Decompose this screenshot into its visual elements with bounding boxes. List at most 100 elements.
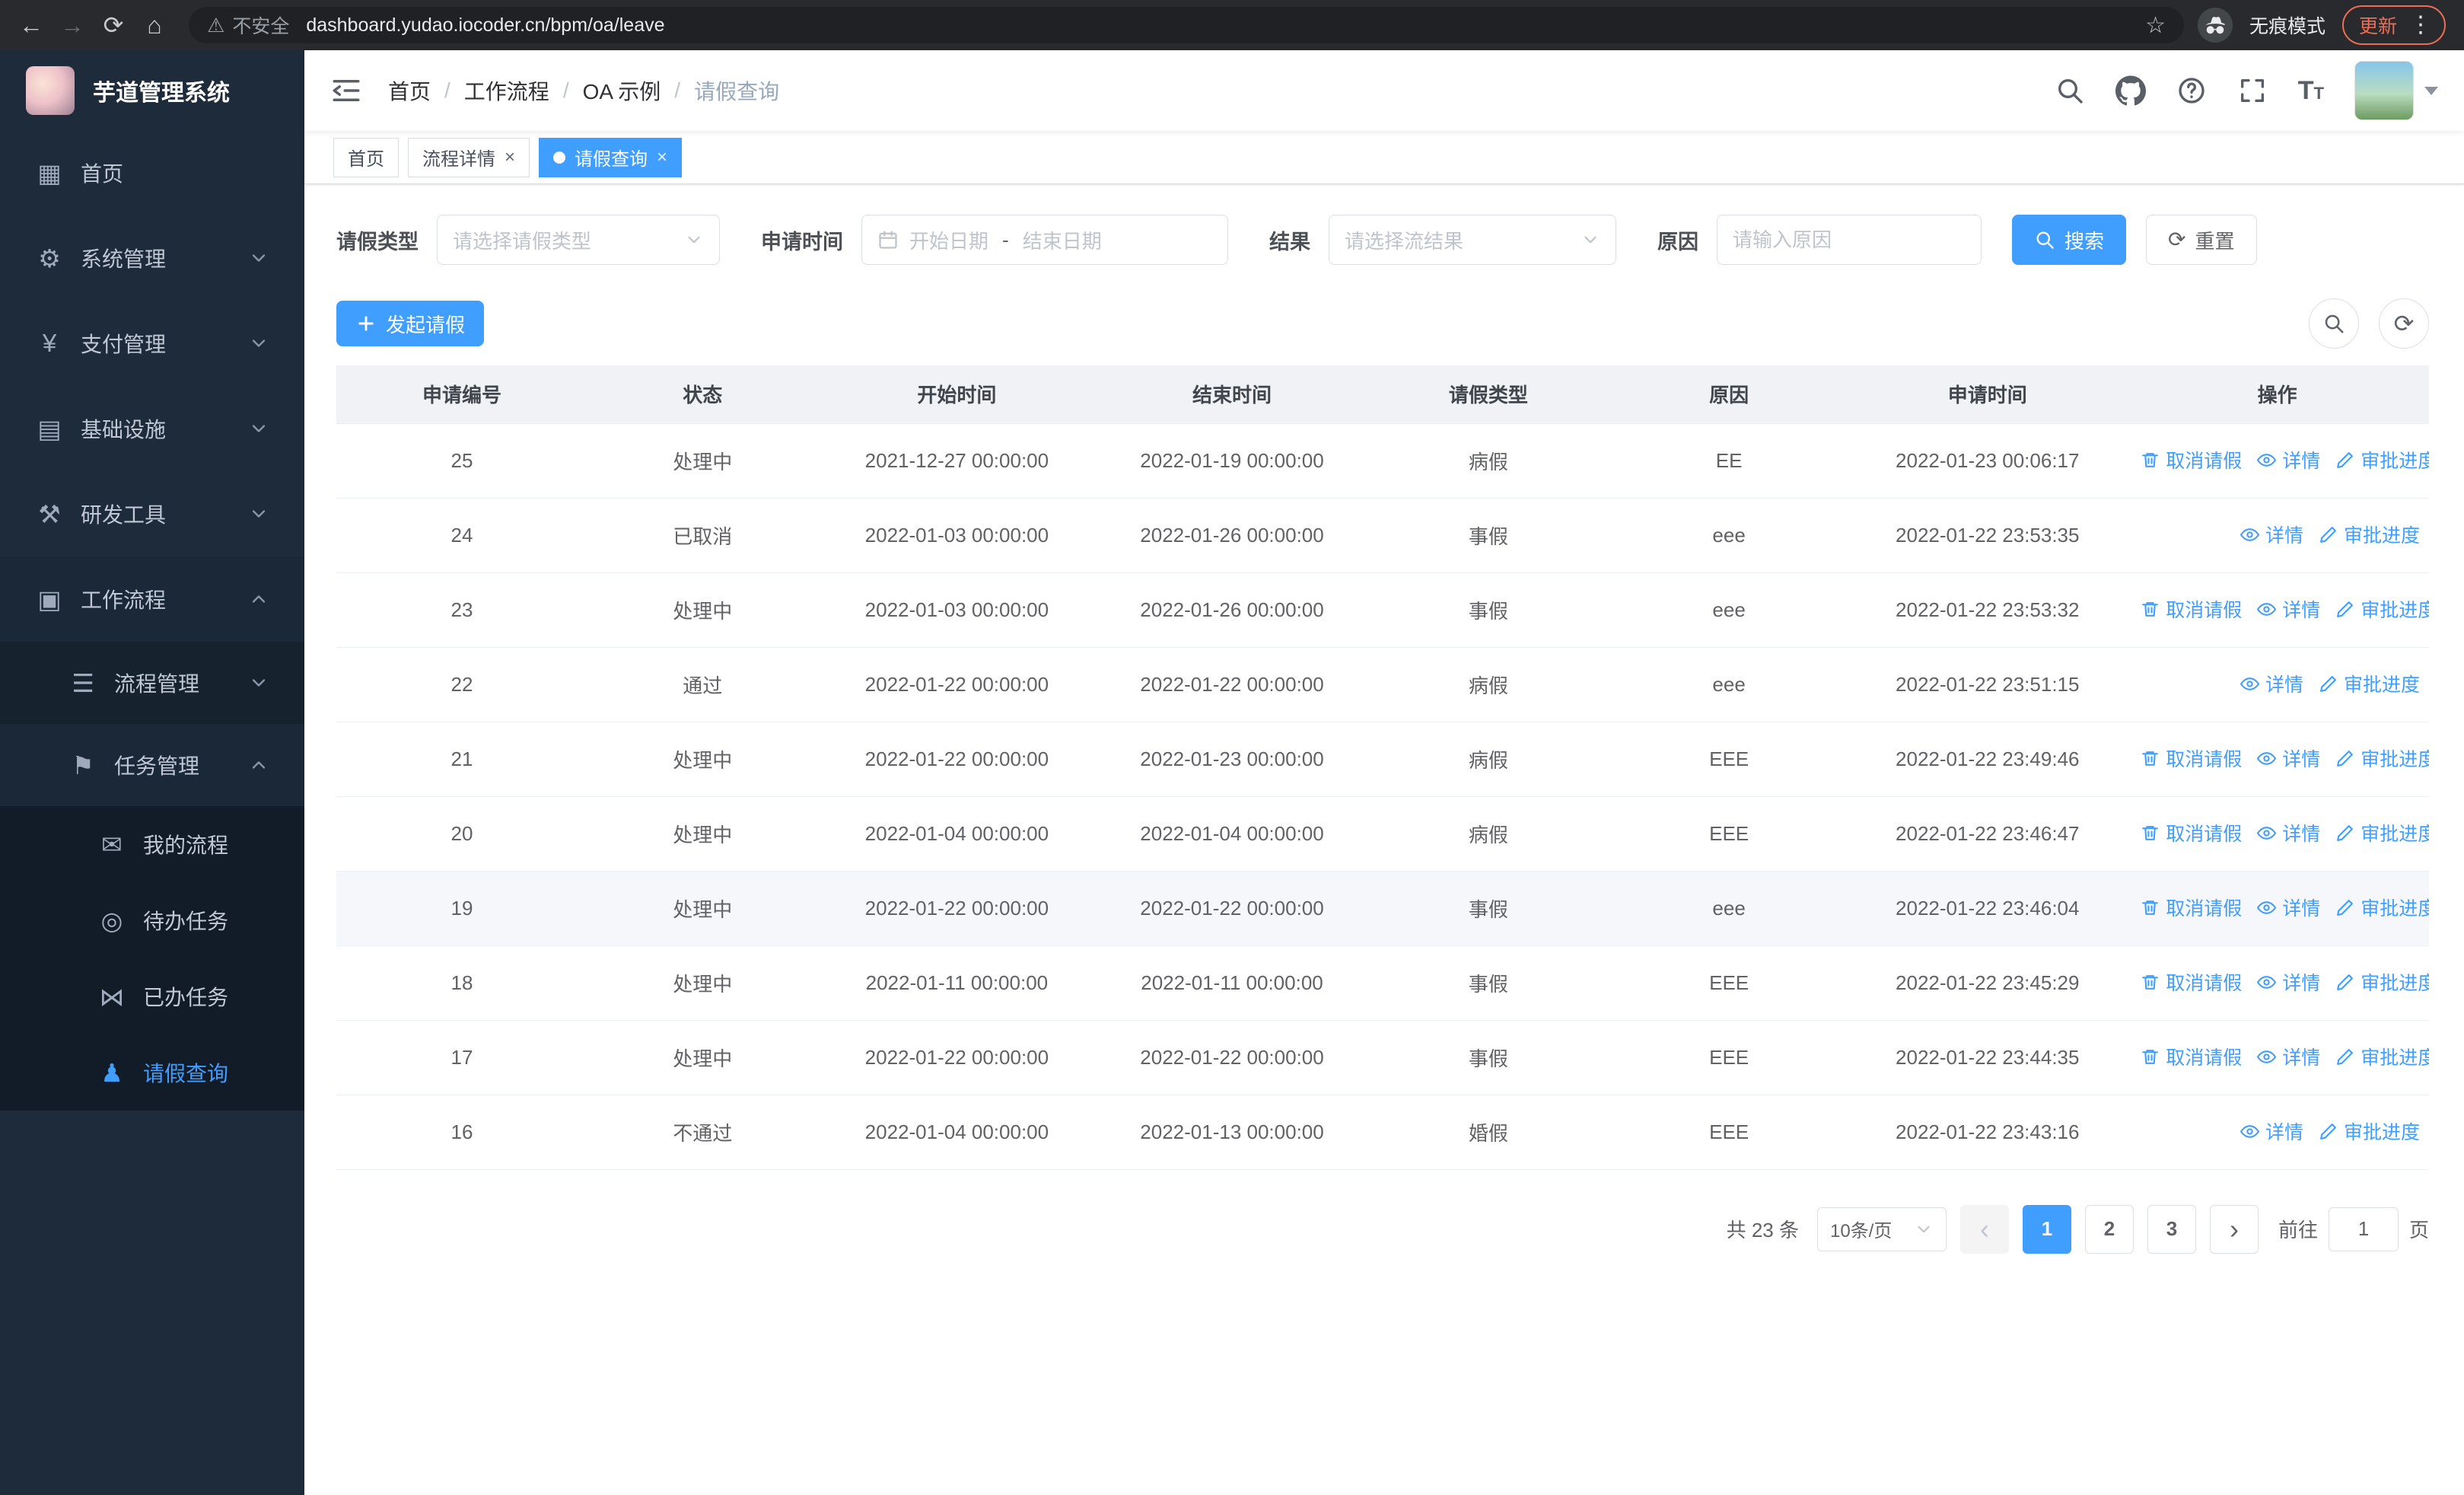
- eye-icon: [2240, 1122, 2259, 1141]
- approval-progress-link[interactable]: 审批进度: [2319, 670, 2420, 697]
- sidebar-item[interactable]: ▤ 基础设施: [0, 386, 304, 471]
- detail-link[interactable]: 详情: [2257, 819, 2320, 846]
- browser-address-bar[interactable]: ⚠ 不安全 dashboard.yudao.iocoder.cn/bpm/oa/…: [189, 7, 2184, 43]
- search-button[interactable]: 搜索: [2012, 215, 2127, 265]
- breadcrumb-item[interactable]: OA 示例: [583, 75, 661, 106]
- filter-bar: 请假类型 请选择请假类型 申请时间 开始日期 - 结束日期 结果 请选择流结果 …: [336, 215, 2429, 265]
- breadcrumb-item[interactable]: 工作流程: [464, 75, 549, 106]
- sidebar-item[interactable]: ⚑ 任务管理: [0, 724, 304, 806]
- sidebar-item[interactable]: ▣ 工作流程: [0, 556, 304, 642]
- help-icon[interactable]: [2176, 75, 2207, 106]
- detail-link[interactable]: 详情: [2257, 894, 2320, 921]
- browser-back-icon[interactable]: ←: [11, 5, 52, 46]
- approval-progress-link[interactable]: 审批进度: [2335, 446, 2429, 473]
- detail-link[interactable]: 详情: [2257, 968, 2320, 996]
- dashboard-icon: ▦: [37, 158, 62, 187]
- tab[interactable]: 流程详情 ×: [408, 137, 530, 177]
- approval-progress-link[interactable]: 审批进度: [2335, 819, 2429, 846]
- approval-progress-link[interactable]: 审批进度: [2335, 894, 2429, 921]
- sidebar-item[interactable]: ⚙ 系统管理: [0, 215, 304, 301]
- approval-progress-link[interactable]: 审批进度: [2335, 968, 2429, 996]
- browser-reload-icon[interactable]: ⟳: [93, 5, 134, 46]
- next-page-button[interactable]: ›: [2209, 1204, 2259, 1254]
- sidebar-item-label: 已办任务: [143, 986, 229, 1009]
- create-leave-label: 发起请假: [386, 313, 466, 336]
- sidebar-item[interactable]: ⋈ 已办任务: [0, 958, 304, 1034]
- cancel-leave-link[interactable]: 取消请假: [2141, 894, 2242, 921]
- sidebar-item-label: 研发工具: [81, 503, 167, 527]
- cancel-leave-link[interactable]: 取消请假: [2141, 819, 2242, 846]
- font-size-icon[interactable]: TT: [2298, 78, 2324, 104]
- cancel-leave-link[interactable]: 取消请假: [2141, 968, 2242, 996]
- close-icon[interactable]: ×: [657, 148, 667, 167]
- tab[interactable]: 首页: [333, 137, 399, 177]
- goto-page-input[interactable]: [2328, 1207, 2399, 1251]
- detail-link[interactable]: 详情: [2257, 446, 2320, 473]
- tab-label: 首页: [348, 149, 384, 170]
- sidebar-item[interactable]: ▦ 首页: [0, 130, 304, 215]
- tab-label: 请假查询: [575, 149, 648, 170]
- cancel-leave-link[interactable]: 取消请假: [2141, 744, 2242, 772]
- eye-icon: [2257, 1047, 2277, 1066]
- browser-update-button[interactable]: 更新 ⋮: [2341, 5, 2446, 45]
- browser-forward-icon[interactable]: →: [52, 5, 93, 46]
- cancel-leave-link-label: 取消请假: [2166, 973, 2243, 995]
- refresh-table-button[interactable]: ⟳: [2379, 298, 2429, 349]
- result-select[interactable]: 请选择流结果: [1329, 215, 1616, 265]
- reset-button[interactable]: ⟳ 重置: [2146, 215, 2257, 265]
- page-button[interactable]: 1: [2022, 1204, 2071, 1254]
- browser-menu-icon[interactable]: ⋮: [2409, 14, 2432, 37]
- bookmark-star-icon[interactable]: ☆: [2145, 12, 2166, 39]
- infrastructure-icon: ▤: [37, 414, 62, 443]
- cancel-leave-link[interactable]: 取消请假: [2141, 446, 2242, 473]
- detail-link-label: 详情: [2282, 973, 2321, 995]
- approval-progress-link[interactable]: 审批进度: [2335, 595, 2429, 623]
- date-range-picker[interactable]: 开始日期 - 结束日期: [861, 215, 1228, 265]
- close-icon[interactable]: ×: [505, 148, 515, 167]
- detail-link[interactable]: 详情: [2240, 670, 2303, 697]
- magnifier-icon: [2034, 229, 2055, 250]
- prev-page-button[interactable]: ‹: [1959, 1204, 2009, 1254]
- sidebar-item[interactable]: ☰ 流程管理: [0, 642, 304, 724]
- detail-link[interactable]: 详情: [2240, 521, 2303, 548]
- cell-apply-time: 2022-01-22 23:45:29: [1849, 945, 2126, 1021]
- page-button[interactable]: 3: [2147, 1204, 2196, 1254]
- cancel-leave-link[interactable]: 取消请假: [2141, 595, 2242, 623]
- trash-icon: [2141, 451, 2160, 470]
- reason-field: [1717, 215, 1982, 265]
- sidebar-item[interactable]: ⚒ 研发工具: [0, 471, 304, 556]
- sidebar-collapse-icon[interactable]: [330, 75, 362, 107]
- app-logo[interactable]: 芋道管理系统: [0, 50, 304, 130]
- detail-link[interactable]: 详情: [2257, 1043, 2320, 1070]
- cell-start-time: 2022-01-03 00:00:00: [817, 498, 1097, 573]
- reason-input[interactable]: [1733, 228, 1966, 252]
- approval-progress-link[interactable]: 审批进度: [2335, 1043, 2429, 1070]
- fullscreen-icon[interactable]: [2237, 75, 2268, 106]
- tab[interactable]: 请假查询 ×: [539, 137, 683, 177]
- detail-link[interactable]: 详情: [2257, 744, 2320, 772]
- sidebar-item[interactable]: ¥ 支付管理: [0, 301, 304, 386]
- cancel-leave-link[interactable]: 取消请假: [2141, 1043, 2242, 1070]
- create-leave-button[interactable]: 发起请假: [336, 301, 485, 346]
- browser-home-icon[interactable]: ⌂: [134, 5, 175, 46]
- detail-link-label: 详情: [2282, 898, 2321, 920]
- table-row: 25 处理中 2021-12-27 00:00:00 2022-01-19 00:00…: [336, 423, 2429, 499]
- toggle-search-button[interactable]: [2309, 298, 2359, 349]
- detail-link[interactable]: 详情: [2240, 1117, 2303, 1145]
- sidebar-item[interactable]: ♟ 请假查询: [0, 1034, 304, 1111]
- search-icon[interactable]: [2055, 75, 2085, 106]
- approval-progress-link[interactable]: 审批进度: [2335, 744, 2429, 772]
- page-button[interactable]: 2: [2084, 1204, 2134, 1254]
- cancel-leave-link-label: 取消请假: [2166, 824, 2243, 846]
- detail-link[interactable]: 详情: [2257, 595, 2320, 623]
- sidebar-item[interactable]: ✉ 我的流程: [0, 806, 304, 882]
- page-size-select[interactable]: 10条/页: [1816, 1207, 1947, 1251]
- github-icon[interactable]: [2115, 75, 2146, 106]
- user-menu[interactable]: [2354, 61, 2438, 120]
- sidebar-item[interactable]: ◎ 待办任务: [0, 882, 304, 958]
- chevron-down-icon: [684, 230, 704, 250]
- breadcrumb-item[interactable]: 首页: [388, 75, 431, 106]
- approval-progress-link[interactable]: 审批进度: [2319, 521, 2420, 548]
- approval-progress-link[interactable]: 审批进度: [2319, 1117, 2420, 1145]
- leave-type-select[interactable]: 请选择请假类型: [437, 215, 720, 265]
